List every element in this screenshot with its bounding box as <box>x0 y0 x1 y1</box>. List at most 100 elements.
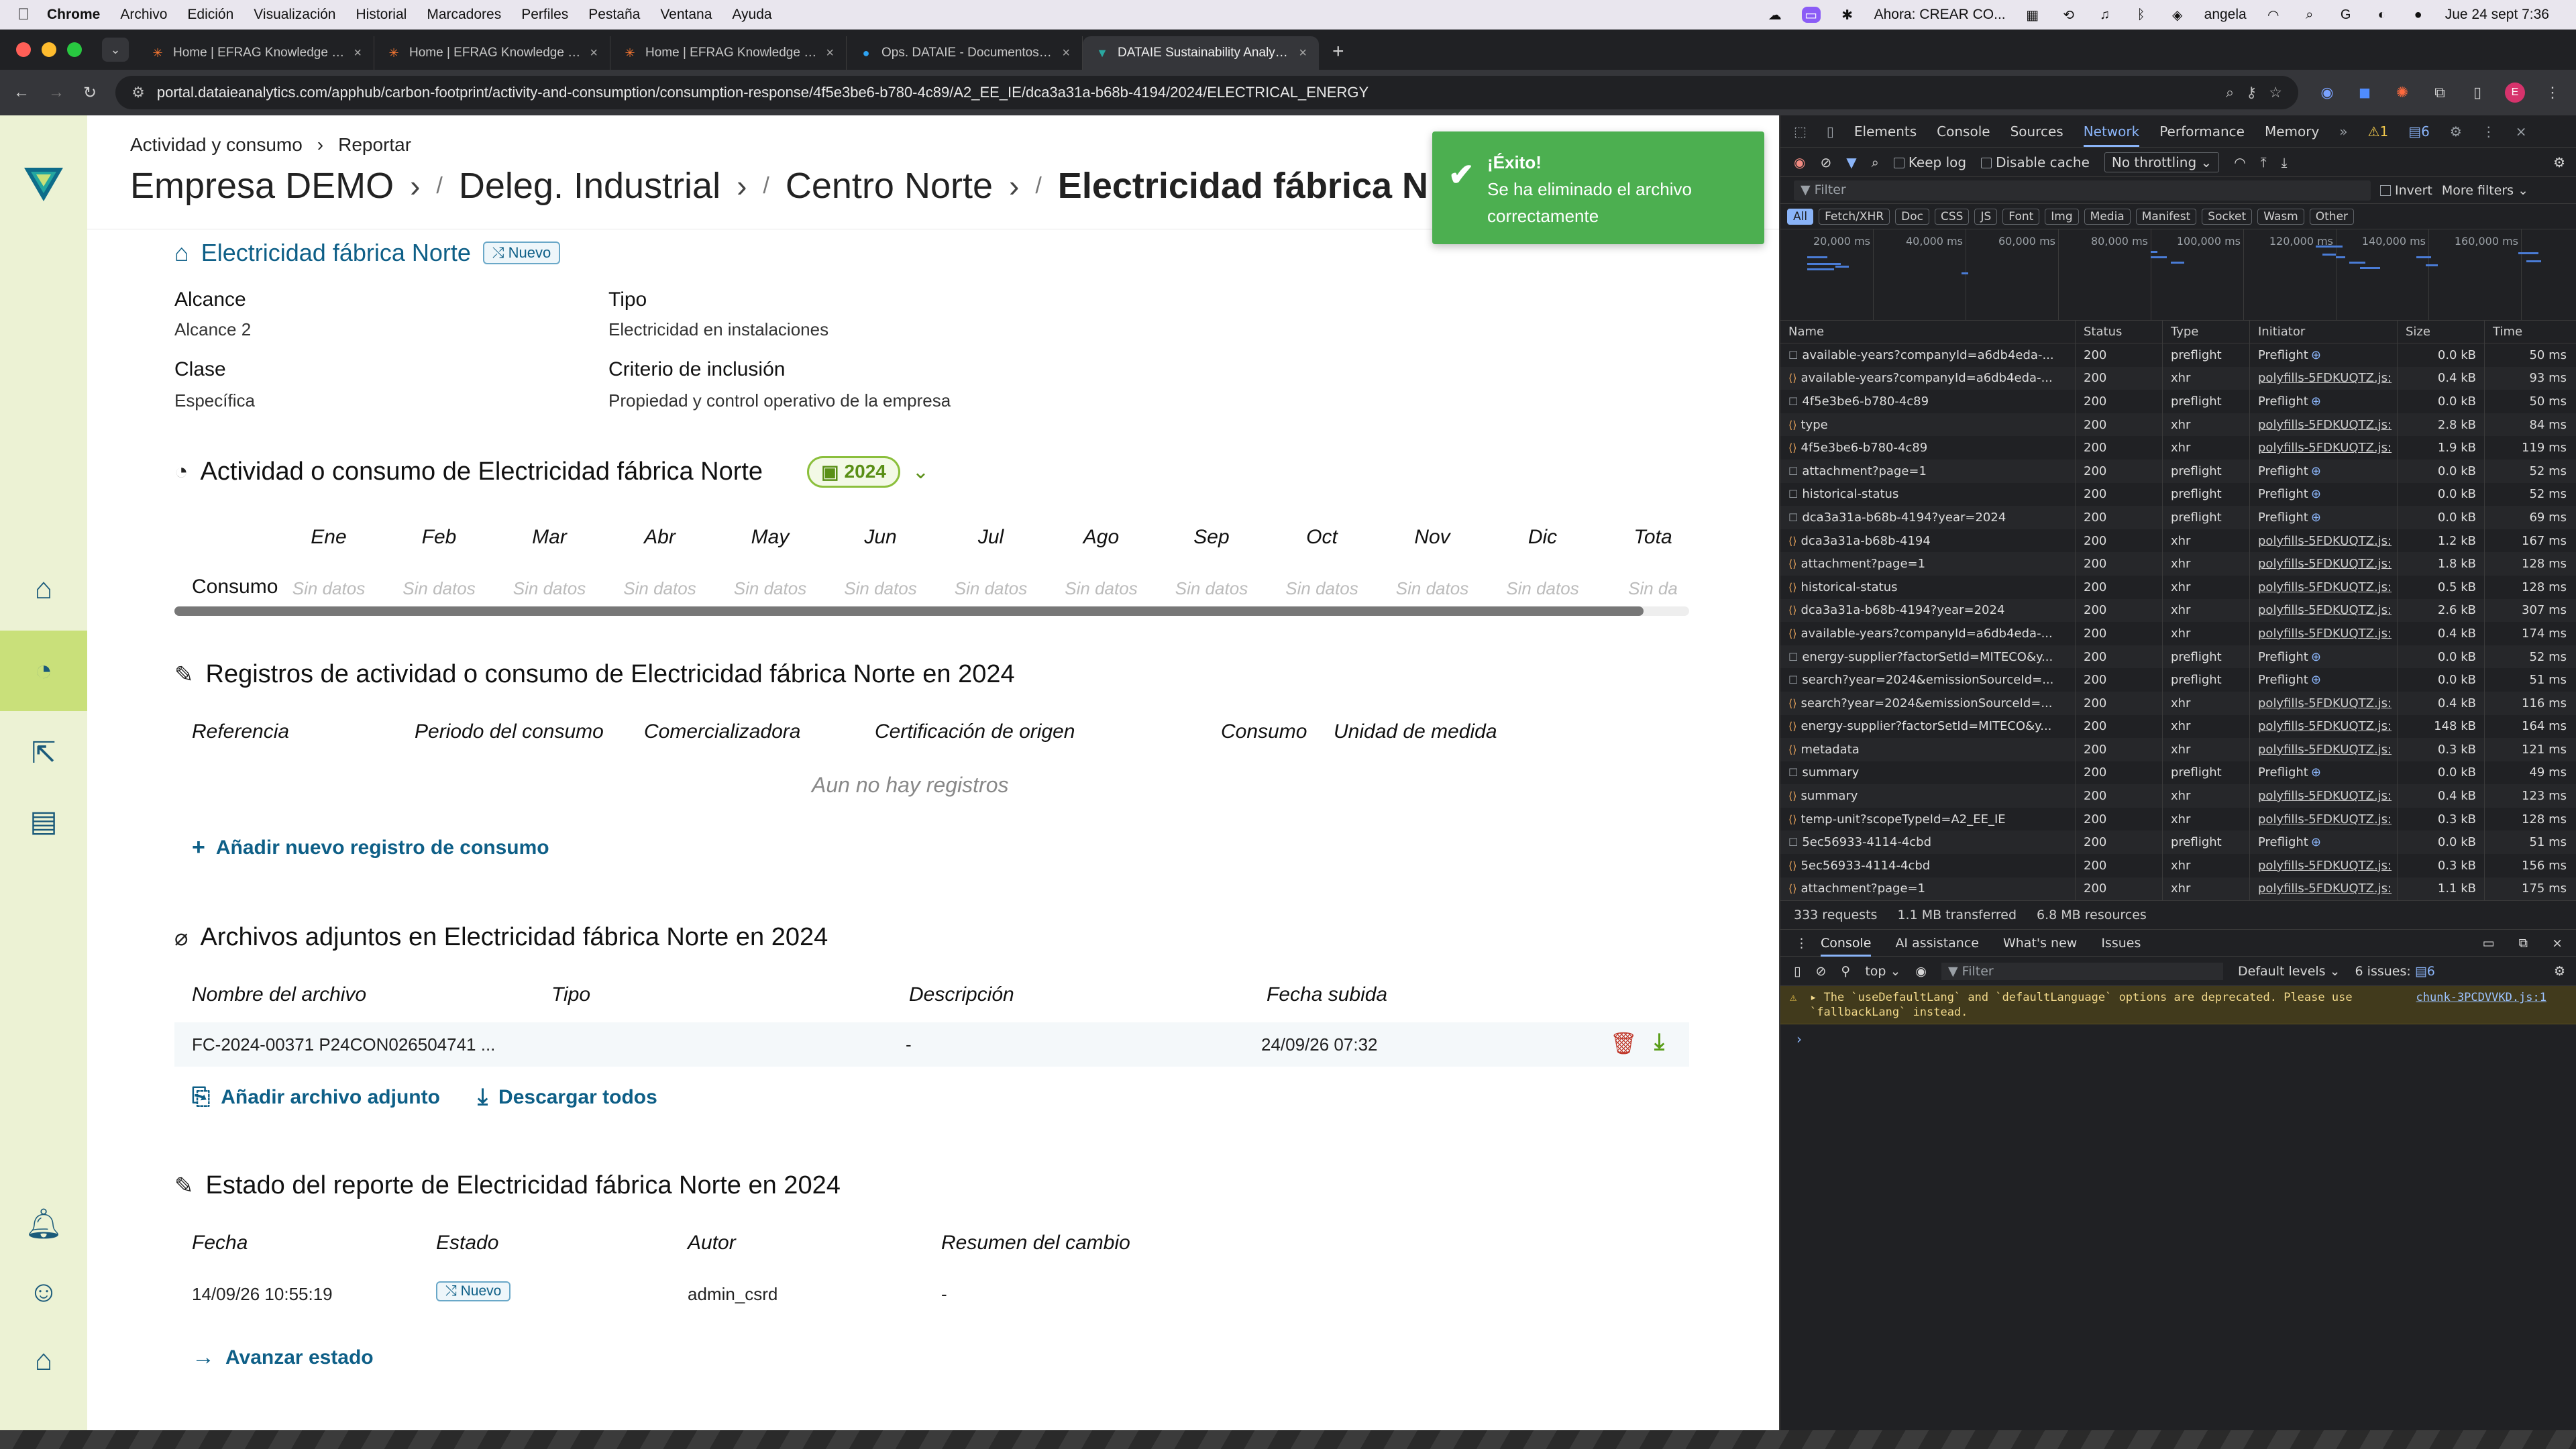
column-header[interactable]: Initiator <box>2250 321 2398 343</box>
network-request-row[interactable]: ⟨⟩ search?year=2024&emissionSourceId=... 2… <box>1780 691 2576 715</box>
import-icon[interactable]: ⤒ <box>2261 154 2267 170</box>
month-consumption-value[interactable]: Sin datos <box>1382 578 1483 599</box>
network-request-row[interactable]: ⟨⟩ energy-supplier?factorSetId=MITECO&y..… <box>1780 714 2576 739</box>
tab-search-chevron-icon[interactable]: ⌄ <box>102 38 129 62</box>
address-bar[interactable]: ⚙ portal.dataieanalytics.com/apphub/carb… <box>115 76 2298 109</box>
breadcrumb-company[interactable]: Empresa DEMO <box>130 165 394 207</box>
column-header[interactable]: Size <box>2398 321 2485 343</box>
tab-elements[interactable]: Elements <box>1854 123 1917 140</box>
nav-buildings-icon[interactable]: ⌂ <box>0 549 87 629</box>
browser-tab[interactable]: ● Ops. DATAIE - Documentos -... × <box>847 36 1083 70</box>
network-request-row[interactable]: ⟨⟩ type 200 xhr polyfills-5FDKUQTZ.js: 2.8 kB… <box>1780 413 2576 437</box>
console-warning-message[interactable]: ⚠ ▸ The `useDefaultLang` and `defaultLan… <box>1780 986 2576 1025</box>
month-consumption-value[interactable]: Sin da <box>1603 578 1703 599</box>
tab-performance[interactable]: Performance <box>2159 123 2245 140</box>
grammarly-icon[interactable]: G <box>2337 7 2355 23</box>
screen-record-icon[interactable]: ▭ <box>1801 7 1821 23</box>
search-icon[interactable]: ⌕ <box>1872 154 1879 170</box>
close-tab-icon[interactable]: × <box>1299 46 1307 61</box>
new-tab-plus-icon[interactable]: + <box>1319 40 1358 70</box>
close-tab-icon[interactable]: × <box>354 46 362 61</box>
zoom-icon[interactable]: ⌕ <box>2226 84 2234 101</box>
nav-data-table-icon[interactable]: ▤ <box>0 781 87 861</box>
menubar-clock[interactable]: Jue 24 sept 7:36 <box>2445 7 2549 23</box>
network-request-row[interactable]: ⟨⟩ 5ec56933-4114-4cbd 200 xhr polyfills-5FDK… <box>1780 854 2576 877</box>
console-prompt[interactable]: › <box>1780 1024 2576 1054</box>
filter-chip[interactable]: All <box>1787 208 1814 225</box>
bluetooth-icon[interactable]: ᛒ <box>2132 7 2151 23</box>
year-selector[interactable]: ▣ 2024 <box>807 456 900 488</box>
download-all-button[interactable]: ⤓ Descargar todos <box>478 1084 657 1110</box>
menu-app-name[interactable]: Chrome <box>47 7 100 23</box>
chevron-down-icon[interactable]: ⌄ <box>912 460 929 484</box>
network-request-row[interactable]: ⟨⟩ 4f5e3be6-b780-4c89 200 xhr polyfills-5FDK… <box>1780 436 2576 460</box>
eye-icon[interactable]: ◉ <box>1915 964 1927 979</box>
context-select[interactable]: top ⌄ <box>1865 964 1900 979</box>
month-consumption-value[interactable]: Sin datos <box>720 578 820 599</box>
network-request-row[interactable]: ☐ energy-supplier?factorSetId=MITECO&y...… <box>1780 645 2576 669</box>
menu-item[interactable]: Visualización <box>254 7 335 23</box>
network-request-row[interactable]: ⟨⟩ available-years?companyId=a6db4eda-...… <box>1780 622 2576 645</box>
extension-icon[interactable]: ◉ <box>2317 83 2337 103</box>
advance-status-button[interactable]: → Avanzar estado <box>192 1344 374 1371</box>
inspect-element-icon[interactable]: ⬚ <box>1794 123 1807 140</box>
table-row[interactable]: FC-2024-00371 P24CON026504741 ... - 24/0… <box>174 1022 1689 1067</box>
column-header[interactable]: Name <box>1780 321 2076 343</box>
drawer-tab-console[interactable]: Console <box>1821 930 1872 957</box>
url-text[interactable]: portal.dataieanalytics.com/apphub/carbon… <box>157 84 2214 101</box>
export-icon[interactable]: ⤓ <box>2282 154 2288 170</box>
nav-home-icon[interactable]: ⌂ <box>0 1320 87 1401</box>
more-tabs-icon[interactable]: » <box>2339 123 2347 140</box>
network-request-row[interactable]: ⟨⟩ summary 200 xhr polyfills-5FDKUQTZ.js: 0.4… <box>1780 784 2576 808</box>
menu-item[interactable]: Ventana <box>660 7 712 23</box>
filter-chip[interactable]: Font <box>2002 208 2040 225</box>
disable-cache-checkbox[interactable]: Disable cache <box>1981 154 2090 170</box>
drawer-tab-issues[interactable]: Issues <box>2101 936 2141 951</box>
filter-chip[interactable]: Doc <box>1895 208 1929 225</box>
control-center-icon[interactable]: ◐ <box>2373 7 2392 23</box>
password-key-icon[interactable]: ⚷ <box>2246 84 2257 101</box>
month-consumption-value[interactable]: Sin datos <box>1161 578 1262 599</box>
month-consumption-value[interactable]: Sin datos <box>941 578 1041 599</box>
spotlight-search-icon[interactable]: ⌕ <box>2300 7 2319 23</box>
settings-gear-icon[interactable]: ⚙ <box>2450 123 2462 140</box>
wifi-icon[interactable]: ◠ <box>2264 7 2283 23</box>
tab-console[interactable]: Console <box>1937 123 1990 140</box>
network-request-row[interactable]: ⟨⟩ attachment?page=1 200 xhr polyfills-5FDKU… <box>1780 877 2576 901</box>
back-arrow-icon[interactable]: ← <box>13 83 30 102</box>
audio-icon[interactable]: ♫ <box>2096 7 2114 23</box>
keep-log-checkbox[interactable]: Keep log <box>1893 154 1966 170</box>
now-playing[interactable]: Ahora: CREAR CO... <box>1874 7 2006 23</box>
breadcrumb-item[interactable]: Reportar <box>338 134 411 156</box>
close-icon[interactable]: × <box>2516 123 2527 140</box>
undock-icon[interactable]: ⧉ <box>2519 936 2528 951</box>
network-settings-gear-icon[interactable]: ⚙ <box>2553 154 2576 170</box>
more-filters-dropdown[interactable]: More filters ⌄ <box>2442 183 2528 198</box>
network-request-row[interactable]: ⟨⟩ dca3a31a-b68b-4194 200 xhr polyfills-5FDK… <box>1780 529 2576 553</box>
network-request-row[interactable]: ☐ 5ec56933-4114-4cbd 200 preflight Preflight… <box>1780 830 2576 855</box>
clear-console-icon[interactable]: ⊘ <box>1815 964 1826 979</box>
close-tab-icon[interactable]: × <box>1062 46 1070 61</box>
browser-tab-active[interactable]: ▼ DATAIE Sustainability Analytic... × <box>1083 36 1319 70</box>
minimize-window-button[interactable] <box>42 42 56 57</box>
close-tab-icon[interactable]: × <box>590 46 598 61</box>
dock-icon[interactable]: ▭ <box>2483 936 2495 951</box>
network-request-row[interactable]: ☐ 4f5e3be6-b780-4c89 200 preflight Preflight… <box>1780 390 2576 413</box>
add-attachment-button[interactable]: ⎘ Añadir archivo adjunto <box>192 1084 440 1110</box>
menu-item[interactable]: Edición <box>187 7 233 23</box>
filter-chip[interactable]: CSS <box>1935 208 1970 225</box>
sparkle-icon[interactable]: ✱ <box>1838 7 1857 23</box>
month-consumption-value[interactable]: Sin datos <box>830 578 931 599</box>
network-request-row[interactable]: ☐ attachment?page=1 200 preflight Preflight ⊕… <box>1780 459 2576 483</box>
throttling-select[interactable]: No throttling ⌄ <box>2104 152 2220 172</box>
nav-dashboard-gauge-icon[interactable]: ◔ <box>0 631 87 711</box>
filter-chip[interactable]: Wasm <box>2257 208 2304 225</box>
menu-item[interactable]: Marcadores <box>427 7 501 23</box>
column-header[interactable]: Type <box>2163 321 2250 343</box>
message-count[interactable]: ▤6 <box>2408 123 2430 140</box>
browser-tab[interactable]: ✳ Home | EFRAG Knowledge Hu... × <box>610 36 847 70</box>
dataie-logo-icon[interactable] <box>24 162 63 201</box>
user-name[interactable]: angela <box>2204 7 2247 23</box>
sync-icon[interactable]: ⟲ <box>2059 7 2078 23</box>
console-settings-gear-icon[interactable]: ⚙ <box>2554 964 2576 979</box>
